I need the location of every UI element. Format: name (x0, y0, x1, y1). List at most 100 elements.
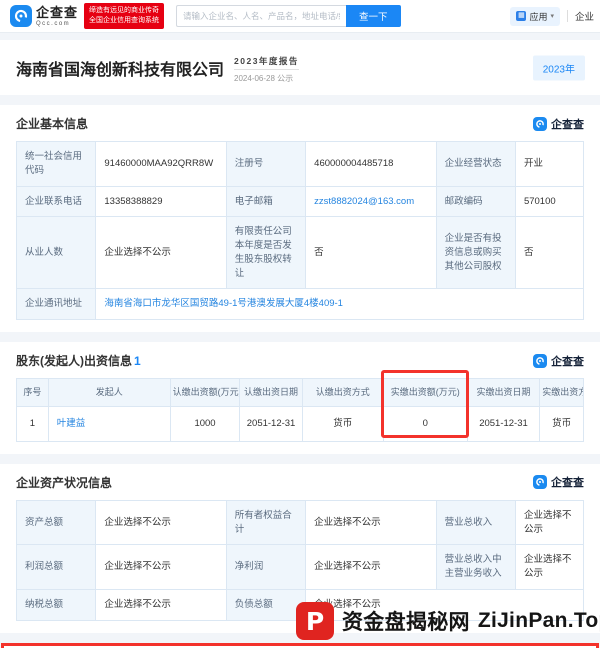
cell-subscribed-amount: 1000 (169, 406, 241, 442)
company-name: 海南省国海创新科技有限公司 (16, 61, 225, 79)
slogan-line1: 缔造有远见的商业传奇 (89, 7, 160, 15)
field-label: 所有者权益合计 (225, 499, 307, 546)
field-value: 开业 (514, 141, 585, 187)
column-header: 认缴出资方式 (301, 378, 384, 408)
field-value: 否 (514, 216, 585, 290)
page: 企查查 Qcc.com 缔造有远见的商业传奇 全国企业信用查询系统 查一下 ▦ … (0, 0, 600, 648)
field-label: 纳税总额 (15, 589, 97, 621)
publish-date: 2024-06-28 公示 (234, 74, 294, 83)
section-title: 企业资产状况信息 (16, 475, 113, 490)
zijinpan-site-name: 资金盘揭秘网 (342, 611, 470, 634)
section-shareholders: 股东(发起人)出资信息 1 企查查 序号 发起人 认缴出资额(万元) 认缴出资日… (0, 342, 600, 454)
cell-paid-method: 货币 (539, 406, 584, 442)
field-value: 企业选择不公示 (514, 544, 585, 590)
qcc-watermark-text: 企查查 (551, 477, 584, 490)
field-label: 净利润 (225, 544, 307, 590)
qcc-logo-icon (533, 475, 547, 490)
field-label: 企业通讯地址 (15, 288, 97, 321)
field-value: 91460000MAA92QRR8W (95, 141, 227, 187)
qcc-watermark-logo: 企查查 (533, 116, 584, 132)
year-tab-2023[interactable]: 2023年 (532, 55, 585, 80)
field-value: 13358388829 (95, 185, 227, 218)
field-value: 企业选择不公示 (514, 499, 585, 546)
qcc-logo-icon (533, 116, 547, 131)
table-row: 企业联系电话 13358388829 电子邮箱 zzst8882024@163.… (15, 185, 585, 218)
field-label: 电子邮箱 (225, 185, 307, 218)
column-header: 发起人 (47, 378, 171, 408)
field-value: 460000004485718 (305, 141, 437, 187)
basic-info-table: 统一社会信用代码 91460000MAA92QRR8W 注册号 46000000… (15, 141, 585, 321)
chevron-down-icon: ▾ (550, 13, 554, 20)
qcc-watermark-logo: 企查查 (533, 474, 584, 490)
search-button[interactable]: 查一下 (346, 5, 401, 27)
field-label: 企业联系电话 (15, 185, 97, 218)
email-link[interactable]: zzst8882024@163.com (314, 196, 414, 207)
qcc-watermark-logo: 企查查 (533, 353, 584, 369)
brand-domain: Qcc.com (36, 20, 71, 27)
field-label: 有限责任公司本年度是否发生股东股权转让 (225, 216, 307, 290)
column-header: 认缴出资额(万元) (169, 378, 241, 408)
section-title: 股东(发起人)出资信息 (16, 354, 132, 369)
shareholder-count: 1 (134, 354, 141, 369)
qcc-logo[interactable]: 企查查 Qcc.com (10, 5, 78, 27)
search-bar: 查一下 (176, 5, 401, 27)
shareholder-link[interactable]: 叶建益 (57, 418, 86, 429)
field-label: 利润总额 (15, 544, 97, 590)
slogan-badge: 缔造有远见的商业传奇 全国企业信用查询系统 (84, 3, 165, 29)
field-value: 企业选择不公示 (95, 589, 227, 621)
table-row: 从业人数 企业选择不公示 有限责任公司本年度是否发生股东股权转让 否 企业是否有… (15, 216, 585, 290)
field-label: 从业人数 (15, 216, 97, 290)
table-row: 1 叶建益 1000 2051-12-31 货币 0 2051-12-31 货币 (16, 406, 584, 442)
field-value: 企业选择不公示 (95, 499, 227, 546)
field-value: 企业选择不公示 (305, 499, 437, 546)
field-label: 资产总额 (15, 499, 97, 546)
slogan-line2: 全国企业信用查询系统 (89, 17, 160, 24)
zijinpan-site-url: ZiJinPan.Top (477, 609, 600, 632)
section-title: 企业基本信息 (16, 117, 89, 131)
cell-founder: 叶建益 (47, 406, 171, 442)
cell-seq: 1 (16, 406, 49, 442)
field-label: 营业总收入中主营业务收入 (435, 544, 516, 590)
qcc-watermark-text: 企查查 (551, 118, 584, 131)
topbar-right: ▦ 应用 ▾ 企业 (510, 6, 594, 26)
nav-item-enterprise[interactable]: 企业 (575, 9, 594, 23)
search-input[interactable] (176, 5, 347, 27)
app-grid-icon: ▦ (516, 11, 527, 21)
title-bar: 海南省国海创新科技有限公司 2023年度报告 2024-06-28 公示 202… (0, 40, 600, 95)
divider (566, 10, 568, 22)
field-label: 营业总收入 (435, 499, 516, 546)
zijinpan-watermark: P 资金盘揭秘网 ZiJinPan.Top (296, 602, 600, 640)
cell-paid-date: 2051-12-31 (466, 406, 541, 442)
topbar: 企查查 Qcc.com 缔造有远见的商业传奇 全国企业信用查询系统 查一下 ▦ … (0, 0, 600, 33)
app-menu[interactable]: ▦ 应用 ▾ (510, 6, 560, 26)
address-link[interactable]: 海南省海口市龙华区国贸路49-1号港澳发展大厦4楼409-1 (104, 298, 343, 309)
qcc-logo-icon (533, 353, 547, 368)
column-header: 实缴出资额(万元) (382, 378, 468, 408)
table-row: 资产总额 企业选择不公示 所有者权益合计 企业选择不公示 营业总收入 企业选择不… (15, 499, 585, 546)
field-value: 企业选择不公示 (305, 544, 437, 590)
column-header: 实缴出资日期 (466, 378, 541, 408)
brand-name: 企查查 (36, 4, 79, 20)
column-header: 序号 (16, 378, 49, 408)
field-label: 邮政编码 (435, 185, 516, 218)
shareholders-table: 序号 发起人 认缴出资额(万元) 认缴出资日期 认缴出资方式 实缴出资额(万元)… (16, 378, 584, 442)
column-header: 实缴出资方式 (539, 378, 584, 408)
qcc-watermark-text: 企查查 (551, 355, 584, 368)
cell-paid-amount: 0 (382, 406, 468, 442)
report-title: 2023年度报告 (234, 55, 299, 70)
cell-subscribed-method: 货币 (301, 406, 384, 442)
field-value: 企业选择不公示 (95, 216, 227, 290)
table-header-row: 序号 发起人 认缴出资额(万元) 认缴出资日期 认缴出资方式 实缴出资额(万元)… (16, 378, 584, 408)
field-label: 统一社会信用代码 (15, 141, 97, 187)
column-header: 认缴出资日期 (239, 378, 303, 408)
table-row: 企业通讯地址 海南省海口市龙华区国贸路49-1号港澳发展大厦4楼409-1 (15, 288, 584, 321)
field-value: 海南省海口市龙华区国贸路49-1号港澳发展大厦4楼409-1 (95, 288, 584, 321)
field-label: 企业经营状态 (435, 141, 516, 187)
field-label: 注册号 (225, 141, 307, 187)
table-row: 统一社会信用代码 91460000MAA92QRR8W 注册号 46000000… (15, 141, 585, 187)
field-value: 企业选择不公示 (95, 544, 227, 590)
field-value: 否 (305, 216, 437, 290)
app-menu-label: 应用 (529, 11, 548, 22)
qcc-logo-icon (10, 5, 32, 27)
field-label: 企业是否有投资信息或购买其他公司股权 (435, 216, 516, 290)
